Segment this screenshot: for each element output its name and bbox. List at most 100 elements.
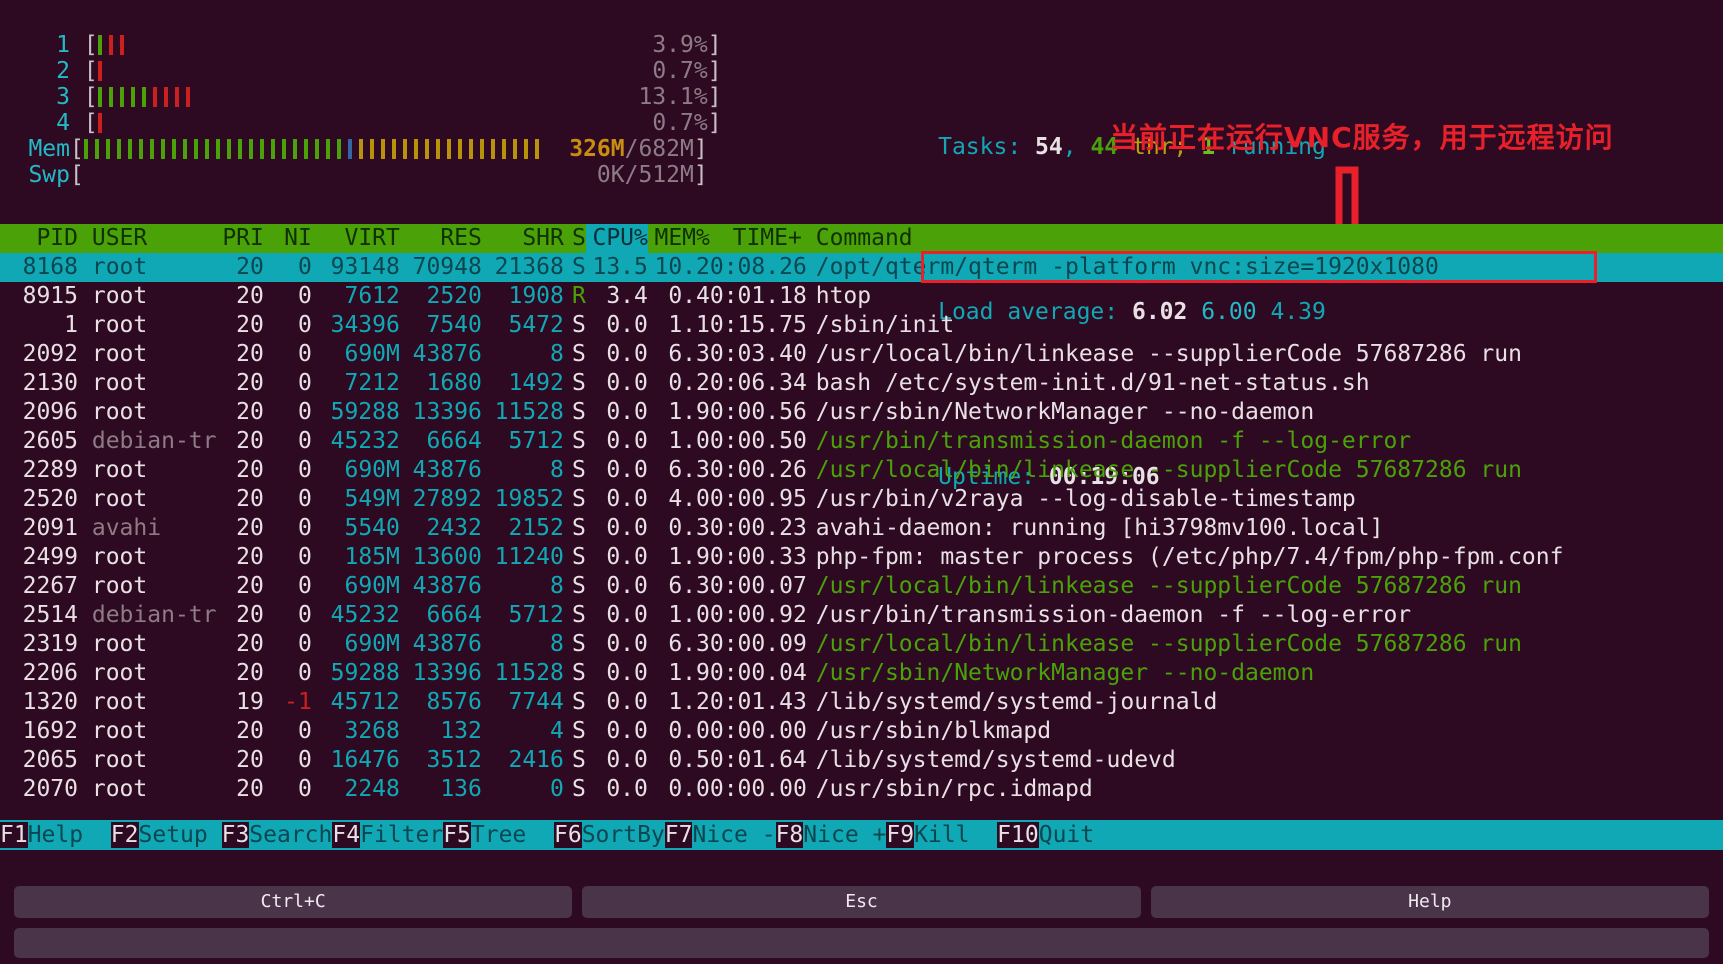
table-row[interactable]: 2065 root 20 0 16476 3512 2416 S 0.0 0.50:01.64 … (0, 746, 1723, 775)
fn-key-f2[interactable]: F2 (110, 822, 139, 848)
cell-ni: 0 (298, 254, 312, 280)
fn-key-f5[interactable]: F5 (443, 822, 471, 848)
cell-mem: 0.4 (668, 283, 710, 309)
column-header-command[interactable]: Command (816, 224, 913, 253)
fn-key-f9[interactable]: F9 (886, 822, 915, 848)
cell-pri: 20 (236, 631, 264, 657)
meter-tick (163, 87, 168, 107)
fn-label-f3[interactable]: Search (249, 822, 332, 848)
fn-label-f5[interactable]: Tree (471, 822, 554, 848)
table-row[interactable]: 2514 debian-tr 20 0 45232 6664 5712 S 0.0 1.00:0… (0, 601, 1723, 630)
bracket-open: [ (70, 32, 98, 58)
fn-key-f10[interactable]: F10 (997, 822, 1039, 848)
cell-res: 43876 (412, 573, 482, 599)
fn-label-f8[interactable]: Nice + (803, 822, 886, 848)
cell-pri: 20 (236, 283, 264, 309)
meter-tick (152, 87, 157, 107)
table-row[interactable]: 2092 root 20 0 690M 43876 8 S 0.0 6.30:03.40 /us… (0, 340, 1723, 369)
button-esc[interactable]: Esc (582, 886, 1141, 918)
table-row[interactable]: 2267 root 20 0 690M 43876 8 S 0.0 6.30:00.07 /us… (0, 572, 1723, 601)
cell-time: 0:15.75 (709, 312, 807, 338)
column-header-ni[interactable]: NI (264, 224, 312, 253)
command-input-bar[interactable] (14, 928, 1709, 958)
meter-tick (424, 139, 429, 159)
cell-virt: 3268 (344, 718, 400, 744)
cell-virt: 549M (344, 486, 400, 512)
cell-pid: 2319 (22, 631, 78, 657)
fn-label-f9[interactable]: Kill (914, 822, 997, 848)
cell-time: 0:00.00 (709, 776, 807, 802)
column-header-user[interactable]: USER (92, 224, 202, 253)
table-row[interactable]: 2206 root 20 0 59288 13396 11528 S 0.0 1.90:00.0… (0, 659, 1723, 688)
column-header-mem[interactable]: MEM% (648, 224, 709, 253)
meter-tick (119, 87, 124, 107)
table-row[interactable]: 2499 root 20 0 185M 13600 11240 S 0.0 1.90:00.33… (0, 543, 1723, 572)
table-row[interactable]: 2130 root 20 0 7212 1680 1492 S 0.0 0.20:06.34 b… (0, 369, 1723, 398)
cell-res: 43876 (412, 457, 482, 483)
cell-shr: 21368 (494, 254, 564, 280)
cell-mem: 1.1 (668, 312, 710, 338)
button-ctrl-c[interactable]: Ctrl+C (14, 886, 573, 918)
mem-meter: Mem[326M/682M] (26, 136, 722, 162)
meter-tick (149, 139, 154, 159)
cell-pri: 20 (236, 399, 264, 425)
table-row[interactable]: 2520 root 20 0 549M 27892 19852 S 0.0 4.00:00.95… (0, 485, 1723, 514)
column-header-pri[interactable]: PRI (202, 224, 264, 253)
column-header-virt[interactable]: VIRT (312, 224, 399, 253)
cell-cpu: 0.0 (606, 341, 648, 367)
button-help[interactable]: Help (1150, 886, 1709, 918)
fn-label-f6[interactable]: SortBy (582, 822, 665, 848)
column-header-state[interactable]: S (564, 224, 586, 253)
table-row[interactable]: 1692 root 20 0 3268 132 4 S 0.0 0.00:00.00 /usr/… (0, 717, 1723, 746)
column-header-res[interactable]: RES (400, 224, 482, 253)
table-row[interactable]: 8915 root 20 0 7612 2520 1908 R 3.4 0.40:01.18 h… (0, 282, 1723, 311)
process-table[interactable]: PID USER PRI NI VIRT RES SHR S CPU% MEM% TIME+ Co… (0, 224, 1723, 804)
cell-pri: 20 (236, 747, 264, 773)
table-row[interactable]: 2091 avahi 20 0 5540 2432 2152 S 0.0 0.30:00.23 … (0, 514, 1723, 543)
fn-key-f1[interactable]: F1 (0, 822, 28, 848)
cell-time: 0:01.64 (709, 747, 807, 773)
fn-key-f4[interactable]: F4 (332, 822, 361, 848)
fn-label-f2[interactable]: Setup (139, 822, 222, 848)
function-key-bar[interactable]: F1Help F2Setup F3SearchF4FilterF5Tree F6… (0, 820, 1723, 850)
table-row[interactable]: 2605 debian-tr 20 0 45232 6664 5712 S 0.0 1.00:0… (0, 427, 1723, 456)
table-row[interactable]: 1 root 20 0 34396 7540 5472 S 0.0 1.10:15.75 /sb… (0, 311, 1723, 340)
table-row[interactable]: 1320 root 19 -1 45712 8576 7744 S 0.0 1.20:01.43… (0, 688, 1723, 717)
table-row[interactable]: 2070 root 20 0 2248 136 0 S 0.0 0.00:00.00 /usr/… (0, 775, 1723, 804)
cpu-meter-label: 1 (56, 32, 70, 58)
cell-pid: 2130 (22, 370, 78, 396)
cell-state: S (572, 544, 586, 570)
table-row[interactable]: 2289 root 20 0 690M 43876 8 S 0.0 6.30:00.26 /us… (0, 456, 1723, 485)
column-header-cpu[interactable]: CPU% (585, 224, 648, 253)
fn-label-f10[interactable]: Quit (1039, 822, 1094, 848)
cell-ni: 0 (298, 631, 312, 657)
cell-pid: 1 (64, 312, 78, 338)
table-row[interactable]: 2319 root 20 0 690M 43876 8 S 0.0 6.30:00.09 /us… (0, 630, 1723, 659)
cell-mem: 1.9 (668, 544, 710, 570)
fn-label-f7[interactable]: Nice - (692, 822, 775, 848)
fn-label-f4[interactable]: Filter (360, 822, 443, 848)
fn-label-f1[interactable]: Help (28, 822, 111, 848)
meter-tick (501, 139, 506, 159)
cell-mem: 6.3 (668, 573, 710, 599)
cell-pri: 20 (236, 428, 264, 454)
cell-pri: 20 (236, 312, 264, 338)
meter-tick (391, 139, 396, 159)
table-header-row[interactable]: PID USER PRI NI VIRT RES SHR S CPU% MEM% TIME+ Co… (0, 224, 1723, 253)
table-row[interactable]: 8168 root 20 0 93148 70948 21368 S 13.5 10.20:08… (0, 253, 1723, 282)
table-row[interactable]: 2096 root 20 0 59288 13396 11528 S 0.0 1.90:00.5… (0, 398, 1723, 427)
cell-user: root (91, 747, 148, 773)
cell-pri: 20 (236, 515, 264, 541)
fn-key-f8[interactable]: F8 (775, 822, 804, 848)
meter-tick (446, 139, 451, 159)
fn-key-f7[interactable]: F7 (664, 822, 693, 848)
column-header-shr[interactable]: SHR (482, 224, 564, 253)
meter-bars (97, 113, 109, 133)
column-header-time[interactable]: TIME+ (710, 224, 802, 253)
meter-tick (160, 139, 165, 159)
meter-tick (127, 139, 132, 159)
fn-key-f6[interactable]: F6 (553, 822, 582, 848)
column-header-pid[interactable]: PID (0, 224, 78, 253)
bottom-button-row: Ctrl+C Esc Help (14, 886, 1709, 918)
fn-key-f3[interactable]: F3 (221, 822, 250, 848)
